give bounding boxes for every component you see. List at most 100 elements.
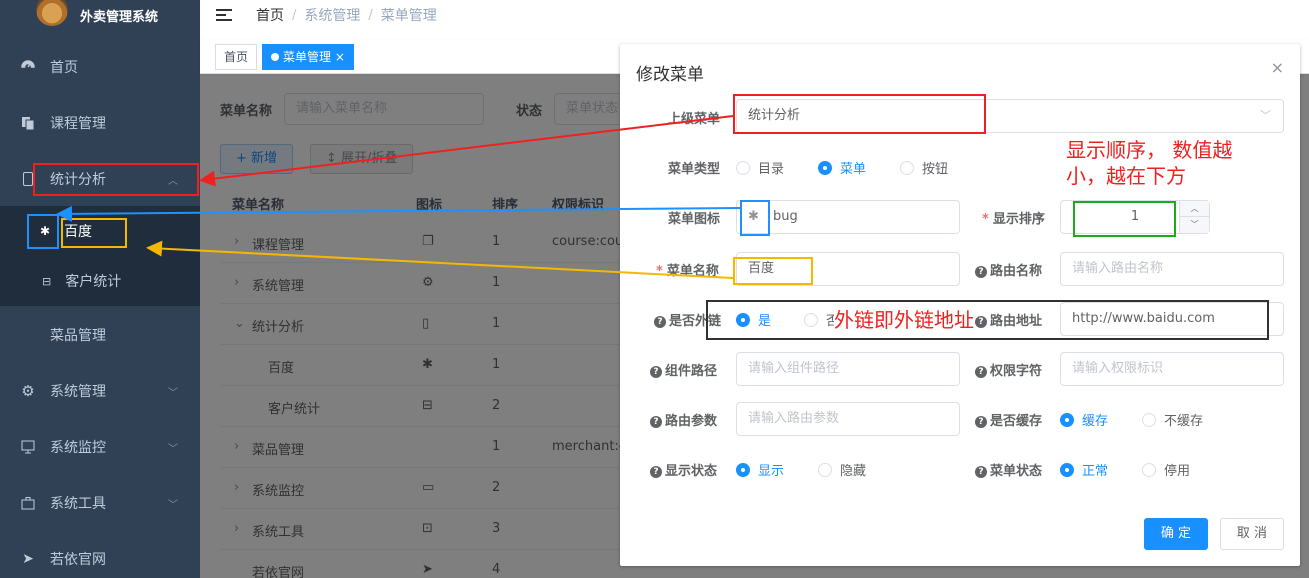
send-icon: ➤ — [22, 551, 34, 567]
annotation-box-bug — [27, 214, 59, 249]
chevron-down-icon: ﹀ — [168, 443, 178, 455]
route-name-label: ? 路由名称 — [975, 260, 1042, 279]
tag-menu-manage[interactable]: 菜单管理 × — [262, 44, 354, 70]
route-name-input[interactable]: 请输入路由名称 — [1060, 252, 1284, 286]
sidebar-item-ruoyi[interactable]: ➤ 若依官网 — [0, 531, 200, 578]
annotation-order-note: 显示顺序， 数值越小，越在下方 — [1066, 138, 1233, 188]
annotation-box-external — [706, 300, 1269, 340]
sidebar-item-home[interactable]: 首页 — [0, 39, 200, 95]
monitor-icon — [20, 439, 36, 455]
component-label: ? 组件路径 — [650, 360, 717, 379]
cache-radio-yes[interactable]: 缓存 — [1060, 410, 1108, 429]
visible-radio-hide[interactable]: 隐藏 — [818, 460, 866, 479]
breadcrumb-item: 系统管理 — [304, 8, 361, 24]
cancel-button[interactable]: 取 消 — [1220, 518, 1284, 550]
annotation-external-note: 外链即外链地址 — [834, 307, 974, 333]
label-text: 显示状态 — [665, 464, 718, 479]
hamburger-icon[interactable] — [216, 9, 232, 21]
sidebar-item-label: 菜品管理 — [50, 328, 106, 344]
order-label: * 显示排序 — [982, 212, 1045, 227]
stepper-down-icon[interactable]: ﹀ — [1179, 217, 1209, 233]
question-icon[interactable]: ? — [975, 416, 987, 428]
icon-select-value: bug — [773, 209, 798, 224]
cache-radio-no[interactable]: 不缓存 — [1142, 410, 1203, 429]
sidebar-item-customer-stats[interactable]: ⊟ 客户统计 — [0, 256, 200, 306]
radio-label: 按钮 — [922, 162, 949, 177]
stepper-up-icon[interactable]: ︿ — [1179, 201, 1209, 217]
annotation-box-parent — [733, 94, 986, 134]
name-label: * 菜单名称 — [656, 264, 719, 279]
question-icon[interactable]: ? — [975, 266, 987, 278]
question-icon[interactable]: ? — [650, 366, 662, 378]
label-text: 路由名称 — [990, 264, 1043, 279]
sidebar-item-label: 课程管理 — [50, 116, 106, 132]
component-input[interactable]: 请输入组件路径 — [736, 352, 960, 386]
tag-home[interactable]: 首页 — [215, 44, 258, 70]
radio-label: 不缓存 — [1164, 414, 1204, 429]
cache-label: ? 是否缓存 — [975, 410, 1042, 429]
question-icon[interactable]: ? — [650, 416, 662, 428]
visible-radio-show[interactable]: 显示 — [736, 460, 784, 479]
radio-label: 目录 — [758, 162, 785, 177]
icon-label: 菜单图标 — [668, 212, 721, 227]
status-radio-disabled[interactable]: 停用 — [1142, 460, 1190, 479]
sidebar-item-tools[interactable]: 系统工具 ﹀ — [0, 475, 200, 531]
gear-icon: ⚙ — [21, 382, 35, 400]
query-input[interactable]: 请输入路由参数 — [736, 402, 960, 436]
question-icon[interactable]: ? — [650, 466, 662, 478]
label-text: 组件路径 — [665, 364, 718, 379]
sidebar-item-label: 若依官网 — [50, 552, 106, 568]
sidebar-item-system[interactable]: ⚙ 系统管理 ﹀ — [0, 363, 200, 419]
sidebar-item-dishes[interactable]: 菜品管理 — [0, 307, 200, 363]
breadcrumb-separator: / — [292, 7, 297, 23]
radio-label: 显示 — [758, 464, 785, 479]
dashboard-icon — [20, 59, 36, 75]
query-label: ? 路由参数 — [650, 410, 717, 429]
label-text: 权限字符 — [990, 364, 1043, 379]
close-icon[interactable]: × — [335, 50, 345, 64]
radio-label: 菜单 — [840, 162, 867, 177]
annotation-box-baidu — [61, 218, 127, 248]
chevron-down-icon: ﹀ — [168, 499, 178, 511]
sidebar-item-label: 客户统计 — [65, 274, 122, 290]
visible-label: ? 显示状态 — [650, 460, 717, 479]
sidebar-item-label: 系统监控 — [50, 440, 106, 456]
breadcrumb-item[interactable]: 首页 — [256, 5, 284, 25]
type-label: 菜单类型 — [668, 162, 721, 177]
label-text: 菜单名称 — [666, 264, 719, 279]
tag-label: 菜单管理 — [283, 50, 332, 64]
question-icon[interactable]: ? — [975, 466, 987, 478]
sidebar-item-label: 系统工具 — [50, 496, 106, 512]
perm-input[interactable]: 请输入权限标识 — [1060, 352, 1284, 386]
close-icon[interactable]: × — [1271, 58, 1284, 77]
navbar: 首页 / 系统管理 / 菜单管理 — [200, 0, 1309, 30]
breadcrumb-separator: / — [368, 7, 373, 23]
sidebar-item-monitor[interactable]: 系统监控 ﹀ — [0, 419, 200, 475]
sidebar-item-label: 系统管理 — [50, 384, 106, 400]
label-text: 路由参数 — [665, 414, 718, 429]
label-text: 显示排序 — [992, 212, 1045, 227]
annotation-box-stats — [33, 163, 199, 196]
sidebar-item-courses[interactable]: 课程管理 — [0, 95, 200, 151]
toolbox-icon — [20, 495, 36, 511]
question-icon[interactable]: ? — [654, 316, 666, 328]
type-radio-dir[interactable]: 目录 — [736, 158, 784, 177]
type-radio-button[interactable]: 按钮 — [900, 158, 948, 177]
question-icon[interactable]: ? — [975, 366, 987, 378]
status-label: ? 菜单状态 — [975, 460, 1042, 479]
chevron-down-icon: ﹀ — [168, 387, 178, 399]
edit-menu-dialog: 修改菜单 × 上级菜单 统计分析 ﹀ 菜单类型 目录 菜单 按钮 菜单图标 ✱ … — [620, 44, 1300, 566]
app-logo[interactable]: 外卖管理系统 — [0, 0, 200, 30]
status-radio-normal[interactable]: 正常 — [1060, 460, 1108, 479]
radio-label: 正常 — [1082, 464, 1109, 479]
app-title: 外卖管理系统 — [80, 9, 159, 25]
annotation-box-name — [733, 257, 813, 285]
radio-label: 隐藏 — [840, 464, 867, 479]
breadcrumb-item: 菜单管理 — [380, 8, 437, 24]
chevron-down-icon: ﹀ — [1260, 109, 1271, 122]
annotation-box-icon — [740, 200, 770, 236]
tree-icon: ⊟ — [42, 274, 52, 288]
confirm-button[interactable]: 确 定 — [1144, 518, 1208, 550]
type-radio-menu[interactable]: 菜单 — [818, 158, 866, 177]
label-text: 菜单状态 — [990, 464, 1043, 479]
